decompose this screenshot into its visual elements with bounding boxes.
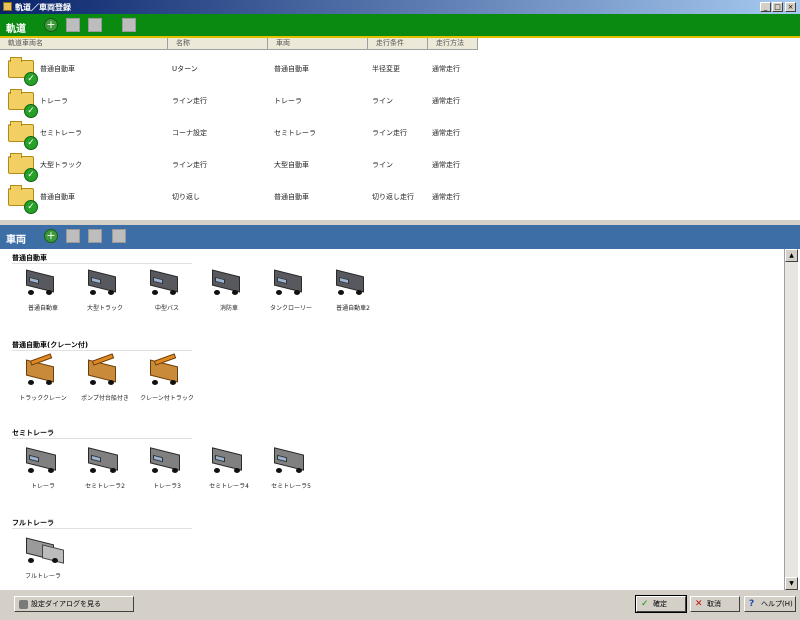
col-header-method[interactable]: 走行方法: [428, 38, 478, 50]
vehicle-item[interactable]: 普通自動車: [12, 269, 74, 321]
vehicle-item[interactable]: フルトレーラ: [12, 537, 74, 589]
group-divider: [12, 528, 192, 529]
vehicle-item[interactable]: タンクローリー: [260, 269, 322, 321]
group-divider: [12, 438, 192, 439]
table-row[interactable]: ✓ 普通自動車 Uターン 普通自動車 半径変更 通常走行: [0, 54, 800, 86]
copy-track-icon[interactable]: [122, 18, 136, 32]
col-header-vehicle[interactable]: 車両: [268, 38, 368, 50]
group-label: 普通自動車(クレーン付): [12, 341, 89, 349]
table-row[interactable]: ✓ セミトレーラ コーナ設定 セミトレーラ ライン走行 通常走行: [0, 118, 800, 150]
app-icon: [3, 2, 12, 11]
add-vehicle-icon[interactable]: +: [44, 229, 58, 243]
vehicle-item[interactable]: トレーラ3: [136, 447, 198, 499]
cross-icon: ✕: [695, 598, 703, 609]
bus-icon: [150, 269, 182, 295]
vehicle-item[interactable]: セミトレーラ2: [74, 447, 136, 499]
vehicle-item[interactable]: トラッククレーン: [12, 353, 74, 411]
truck-icon: [336, 269, 368, 295]
add-track-icon[interactable]: +: [44, 18, 58, 32]
close-icon[interactable]: ×: [785, 2, 796, 12]
vehicle-scrollbar[interactable]: ▲ ▼: [784, 249, 798, 590]
group-label: 普通自動車: [12, 254, 47, 262]
copy-vehicle-icon[interactable]: [112, 229, 126, 243]
trailer-icon: [88, 447, 120, 473]
edit-vehicle-icon[interactable]: [66, 229, 80, 243]
vehicle-item[interactable]: トレーラ: [12, 447, 74, 499]
table-row[interactable]: ✓ 普通自動車 切り返し 普通自動車 切り返し走行 通常走行: [0, 182, 800, 214]
trailer-icon: [212, 447, 244, 473]
vehicle-toolbar: 車両 +: [0, 225, 800, 249]
help-button[interactable]: ? ヘルプ(H): [744, 596, 796, 612]
table-row[interactable]: ✓ トレーラ ライン走行 トレーラ ライン 通常走行: [0, 86, 800, 118]
tanker-icon: [274, 269, 306, 295]
table-row[interactable]: ✓ 大型トラック ライン走行 大型自動車 ライン 通常走行: [0, 150, 800, 182]
delete-track-icon[interactable]: [88, 18, 102, 32]
fire-truck-icon: [212, 269, 244, 295]
check-icon: ✓: [24, 200, 38, 214]
trailer-icon: [150, 447, 182, 473]
truck-icon: [88, 269, 120, 295]
track-panel-title: 軌道: [6, 24, 26, 35]
scroll-down-icon[interactable]: ▼: [785, 577, 798, 590]
full-trailer-icon: [26, 537, 64, 564]
window-titlebar: 軌道／車両登録 _ □ ×: [0, 0, 800, 14]
cancel-button[interactable]: ✕ 取消: [690, 596, 740, 612]
ok-button[interactable]: ✓ 確定: [635, 595, 687, 613]
truck-icon: [26, 269, 58, 295]
col-header-condition[interactable]: 走行条件: [368, 38, 428, 50]
trailer-icon: [26, 447, 58, 473]
vehicle-item[interactable]: 消防車: [198, 269, 260, 321]
col-header-label[interactable]: 名称: [168, 38, 268, 50]
track-panel: 軌道 + 軌道車両名 名称 車両 走行条件 走行方法 ✓ 普通自動車 Uターン …: [0, 14, 800, 220]
track-toolbar: 軌道 +: [0, 14, 800, 38]
group-divider: [12, 350, 192, 351]
crane-truck-icon: [26, 353, 58, 385]
check-icon: ✓: [24, 104, 38, 118]
group-label: フルトレーラ: [12, 519, 54, 527]
check-icon: ✓: [24, 168, 38, 182]
maximize-icon[interactable]: □: [772, 2, 783, 12]
scroll-up-icon[interactable]: ▲: [785, 249, 798, 262]
minimize-icon[interactable]: _: [760, 2, 771, 12]
help-icon: ?: [749, 598, 755, 609]
vehicle-item[interactable]: 中型バス: [136, 269, 198, 321]
group-label: セミトレーラ: [12, 429, 54, 437]
trailer-icon: [274, 447, 306, 473]
check-icon: ✓: [641, 598, 649, 609]
group-divider: [12, 263, 192, 264]
crane-truck-icon: [150, 353, 182, 385]
footer-bar: 設定ダイアログを見る ✓ 確定 ✕ 取消 ? ヘルプ(H): [0, 590, 800, 620]
vehicle-item[interactable]: 普通自動車2: [322, 269, 384, 321]
delete-vehicle-icon[interactable]: [88, 229, 102, 243]
vehicle-item[interactable]: クレーン付トラック: [136, 353, 198, 411]
check-icon: ✓: [24, 72, 38, 86]
col-header-name[interactable]: 軌道車両名: [0, 38, 168, 50]
printer-icon: [19, 599, 28, 609]
vehicle-item[interactable]: ポンプ付台船付き: [74, 353, 136, 411]
vehicle-item[interactable]: セミトレーラ4: [198, 447, 260, 499]
check-icon: ✓: [24, 136, 38, 150]
edit-track-icon[interactable]: [66, 18, 80, 32]
settings-dialog-button[interactable]: 設定ダイアログを見る: [14, 596, 134, 612]
vehicle-item[interactable]: セミトレーラ5: [260, 447, 322, 499]
vehicle-item[interactable]: 大型トラック: [74, 269, 136, 321]
vehicle-panel-title: 車両: [6, 235, 26, 246]
vehicle-panel: 車両 + 普通自動車 普通自動車 大型トラック 中型バス 消防車 タンクローリー…: [0, 225, 800, 590]
window-title: 軌道／車両登録: [15, 3, 71, 12]
crane-truck-icon: [88, 353, 120, 385]
